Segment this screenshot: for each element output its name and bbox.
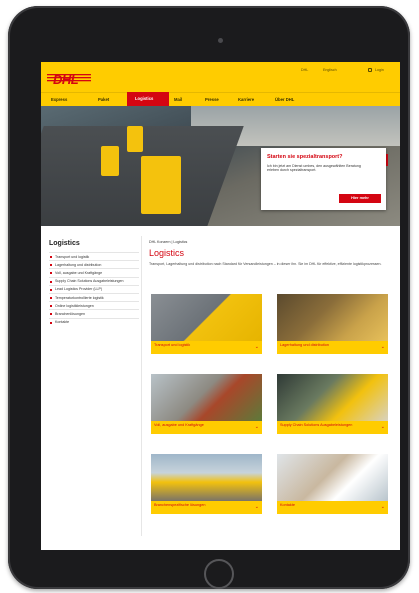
sidebar: Logistics Transport und logistik Lagerha… bbox=[49, 240, 139, 326]
hero-more-button[interactable]: Hier mehr bbox=[339, 194, 381, 203]
tile-label: Voll, ausgabe und Kraftgänge bbox=[154, 423, 204, 427]
nav-express[interactable]: Express bbox=[51, 97, 67, 102]
chevron-down-icon: ⌄ bbox=[254, 504, 259, 510]
tile-image bbox=[151, 454, 262, 501]
tile-image bbox=[151, 294, 262, 341]
sidebar-item[interactable]: Temperaturkontrollierte logistik bbox=[49, 293, 139, 301]
tile-label-bar: Branchenspezifische lösungen ⌄ bbox=[151, 501, 262, 514]
tile-label-bar: Kontakte ⌄ bbox=[277, 501, 388, 514]
sidebar-item[interactable]: Lead Logistics Provider (LLP) bbox=[49, 284, 139, 293]
page-title: Logistics bbox=[149, 248, 185, 258]
nav-karriere[interactable]: Karriere bbox=[238, 97, 254, 102]
lock-icon bbox=[368, 68, 372, 72]
tile-label: Lagerhaltung und distribution bbox=[280, 343, 329, 347]
tile-label-bar: Supply Chain Solutions Ausgabeleistungen… bbox=[277, 421, 388, 434]
tile-branchen[interactable]: Branchenspezifische lösungen ⌄ bbox=[151, 454, 262, 514]
breadcrumb[interactable]: DHL Konzern | Logistics bbox=[149, 240, 187, 244]
util-link-language[interactable]: Englisch bbox=[323, 68, 337, 72]
hero-text: Ich bin jetzt am Dienst umbes, den ausge… bbox=[267, 164, 361, 173]
tile-zoll[interactable]: Voll, ausgabe und Kraftgänge ⌄ bbox=[151, 374, 262, 434]
column-divider bbox=[141, 236, 142, 536]
sidebar-title: Logistics bbox=[49, 240, 80, 247]
main-nav: Express Paket Mail Presse Karriere Über … bbox=[41, 92, 400, 107]
tile-image bbox=[277, 374, 388, 421]
tile-label: Kontakte bbox=[280, 503, 295, 507]
tile-label: Transport und logistik bbox=[154, 343, 191, 347]
tablet-device: DHL DHL Englisch Login Express Paket Mai… bbox=[8, 6, 410, 589]
chevron-down-icon: ⌄ bbox=[380, 504, 385, 510]
tile-kontakte[interactable]: Kontakte ⌄ bbox=[277, 454, 388, 514]
home-button[interactable] bbox=[204, 559, 234, 589]
tile-lagerhaltung[interactable]: Lagerhaltung und distribution ⌄ bbox=[277, 294, 388, 354]
sidebar-item[interactable]: Kontakte bbox=[49, 317, 139, 326]
chevron-down-icon: ⌄ bbox=[254, 424, 259, 430]
camera bbox=[218, 38, 223, 43]
chevron-down-icon: ⌄ bbox=[380, 424, 385, 430]
tile-image bbox=[277, 454, 388, 501]
dhl-logo[interactable]: DHL bbox=[53, 72, 79, 87]
truck-image bbox=[141, 156, 181, 214]
intro-text: Transport, Lagerhaltung und distribution… bbox=[149, 262, 382, 266]
nav-paket[interactable]: Paket bbox=[98, 97, 109, 102]
browser-screen: DHL DHL Englisch Login Express Paket Mai… bbox=[41, 62, 400, 550]
sidebar-item[interactable]: Voll, ausgabe und Kraftgänge bbox=[49, 268, 139, 276]
sidebar-item[interactable]: Branchenlösungen bbox=[49, 309, 139, 317]
truck-image bbox=[101, 146, 119, 176]
sidebar-item[interactable]: Transport und logistik bbox=[49, 252, 139, 260]
nav-mail[interactable]: Mail bbox=[174, 97, 182, 102]
tile-supply-chain[interactable]: Supply Chain Solutions Ausgabeleistungen… bbox=[277, 374, 388, 434]
sidebar-item[interactable]: Online logistikleistungen bbox=[49, 301, 139, 309]
nav-logistics-label: Logistics bbox=[135, 96, 154, 101]
tile-label-bar: Lagerhaltung und distribution ⌄ bbox=[277, 341, 388, 354]
hero-title: Starten sie spezialtransport? bbox=[267, 154, 343, 160]
tile-image bbox=[277, 294, 388, 341]
util-link-login[interactable]: Login bbox=[375, 68, 384, 72]
hero-banner: 13 Starten sie spezialtransport? Ich bin… bbox=[41, 106, 400, 226]
nav-ueber-dhl[interactable]: Über DHL bbox=[275, 97, 294, 102]
sidebar-item[interactable]: Supply Chain Solutions Ausgabeleistungen bbox=[49, 276, 139, 285]
chevron-down-icon: ⌄ bbox=[380, 344, 385, 350]
tile-label: Supply Chain Solutions Ausgabeleistungen bbox=[280, 423, 353, 427]
nav-presse[interactable]: Presse bbox=[205, 97, 219, 102]
tile-label-bar: Voll, ausgabe und Kraftgänge ⌄ bbox=[151, 421, 262, 434]
chevron-down-icon: ⌄ bbox=[254, 344, 259, 350]
tile-transport[interactable]: Transport und logistik ⌄ bbox=[151, 294, 262, 354]
nav-logistics[interactable]: Logistics bbox=[127, 92, 169, 106]
truck-image bbox=[127, 126, 143, 152]
tile-image bbox=[151, 374, 262, 421]
tile-label: Branchenspezifische lösungen bbox=[154, 503, 206, 507]
sidebar-item[interactable]: Lagerhaltung und distribution bbox=[49, 260, 139, 268]
site-header: DHL DHL Englisch Login bbox=[41, 62, 400, 92]
tile-label-bar: Transport und logistik ⌄ bbox=[151, 341, 262, 354]
hero-teaser: Starten sie spezialtransport? Ich bin je… bbox=[261, 148, 386, 210]
util-link-dhl[interactable]: DHL bbox=[301, 68, 308, 72]
